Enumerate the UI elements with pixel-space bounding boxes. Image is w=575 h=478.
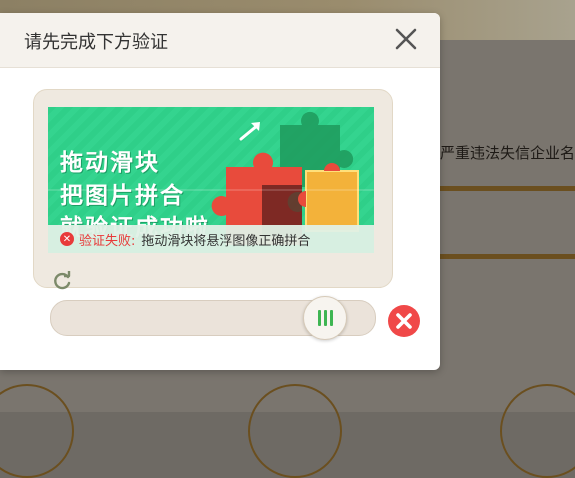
verification-status-bar: ✕ 验证失败: 拖动滑块将悬浮图像正确拼合	[48, 225, 374, 253]
close-icon[interactable]	[394, 27, 418, 51]
error-icon: ✕	[60, 232, 74, 246]
status-message: 拖动滑块将悬浮图像正确拼合	[141, 233, 311, 249]
background-circle	[0, 384, 74, 478]
background-circle	[500, 384, 575, 478]
background-divider	[440, 186, 575, 191]
slider-handle[interactable]	[303, 296, 347, 340]
refresh-icon[interactable]	[53, 271, 73, 291]
floating-puzzle-piece	[305, 170, 359, 232]
dialog-title: 请先完成下方验证	[24, 32, 168, 53]
dialog-header: 请先完成下方验证	[0, 13, 440, 68]
captcha-puzzle-image: 拖动滑块 把图片拼合 就验证成功啦 ✕ 验证失败: 拖动滑块将悬浮图像正确拼合	[48, 107, 374, 253]
status-label: 验证失败:	[79, 233, 136, 249]
background-circle	[248, 384, 342, 478]
error-circle-icon	[388, 305, 420, 337]
background-divider	[440, 254, 575, 259]
grip-icon	[317, 310, 333, 326]
background-text: 严重违法失信企业名	[440, 144, 575, 162]
